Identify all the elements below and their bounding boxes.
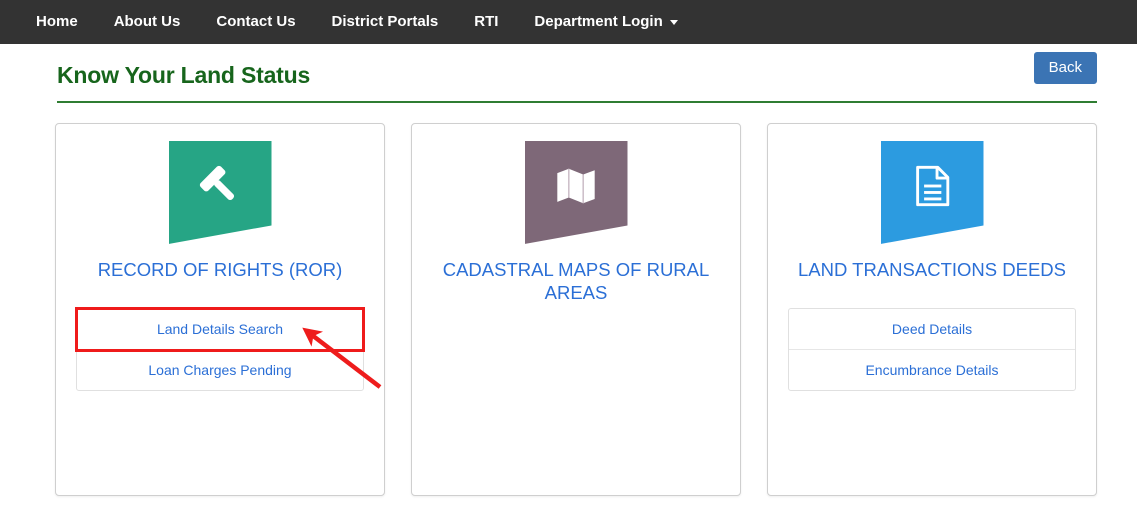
link-land-details-search[interactable]: Land Details Search [75,307,365,352]
nav-item-district-portals[interactable]: District Portals [314,0,457,44]
cards-container: RECORD OF RIGHTS (ROR) Land Details Sear… [55,123,1097,496]
nav-item-label: Contact Us [216,13,296,30]
nav-item-department-login[interactable]: Department Login [516,0,695,44]
nav-item-label: Department Login [534,13,663,30]
document-icon [909,163,955,209]
document-icon-panel [880,141,984,244]
nav-item-label: District Portals [331,13,439,30]
back-button[interactable]: Back [1033,52,1097,84]
title-divider [57,101,1097,103]
link-encumbrance-details[interactable]: Encumbrance Details [789,350,1075,390]
link-label: Encumbrance Details [865,362,999,378]
link-label: Deed Details [891,321,973,337]
card-title: CADASTRAL MAPS OF RURAL AREAS [442,259,710,304]
map-icon [553,163,599,209]
chevron-down-icon [669,19,678,25]
link-label: Loan Charges Pending [148,362,292,378]
link-loan-charges-pending[interactable]: Loan Charges Pending [77,350,363,390]
card-link-list: Land Details Search Loan Charges Pending [75,307,365,391]
nav-item-about-us[interactable]: About Us [96,0,199,44]
main-navbar: Home About Us Contact Us District Portal… [0,0,1137,44]
page-title: Know Your Land Status [57,62,311,88]
card-land-transactions-deeds: LAND TRANSACTIONS DEEDS Deed Details Enc… [767,123,1097,496]
nav-item-contact-us[interactable]: Contact Us [198,0,313,44]
gavel-icon [197,163,243,209]
card-title: RECORD OF RIGHTS (ROR) [97,259,343,280]
nav-item-label: RTI [474,13,499,30]
card-link-list: Deed Details Encumbrance Details [788,308,1076,391]
link-label: Land Details Search [156,321,284,337]
card-record-of-rights: RECORD OF RIGHTS (ROR) Land Details Sear… [55,123,385,496]
gavel-icon-panel [168,141,272,244]
map-icon-panel [524,141,628,244]
nav-item-rti[interactable]: RTI [456,0,516,44]
nav-item-home[interactable]: Home [18,0,96,44]
nav-item-label: About Us [113,13,181,30]
card-cadastral-maps: CADASTRAL MAPS OF RURAL AREAS [411,123,741,496]
card-title: LAND TRANSACTIONS DEEDS [798,259,1066,280]
page-header: Know Your Land Status Back [57,44,1097,103]
nav-item-label: Home [36,13,78,30]
link-deed-details[interactable]: Deed Details [789,309,1075,350]
